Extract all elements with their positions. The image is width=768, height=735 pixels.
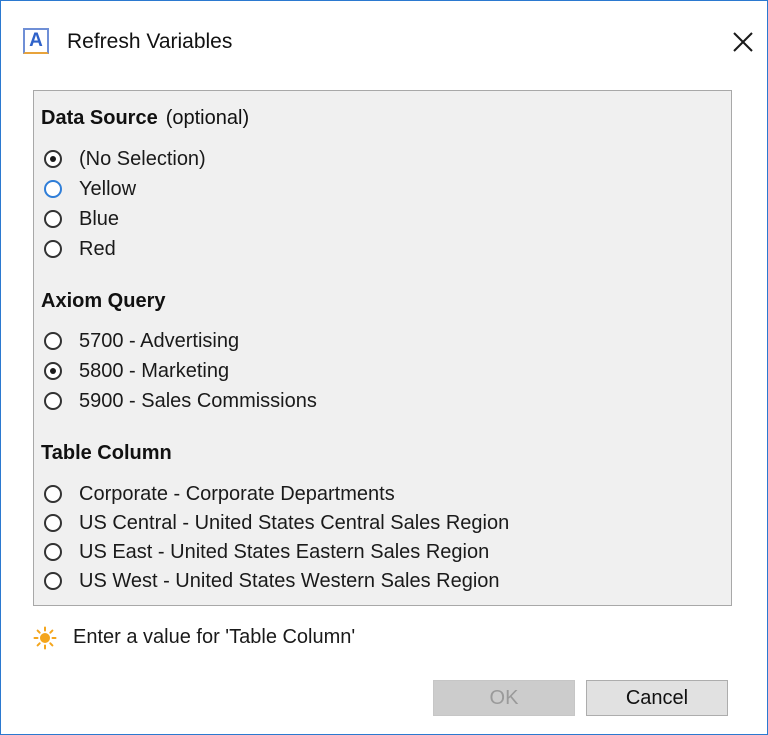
radio-button[interactable] xyxy=(44,362,62,380)
radio-label: US Central - United States Central Sales… xyxy=(79,512,510,534)
radio-label: US East - United States Eastern Sales Re… xyxy=(79,541,490,563)
ok-button[interactable]: OK xyxy=(433,680,575,716)
radio-selected-dot xyxy=(50,368,56,374)
radio-label: (No Selection) xyxy=(79,148,206,170)
radio-us-west[interactable]: US West - United States Western Sales Re… xyxy=(44,567,714,597)
radio-no-selection[interactable]: (No Selection) xyxy=(44,145,714,175)
radio-label: Yellow xyxy=(79,178,137,200)
app-icon: A xyxy=(23,28,49,54)
radio-button[interactable] xyxy=(44,332,62,350)
radio-blue[interactable]: Blue xyxy=(44,205,714,235)
radio-button[interactable] xyxy=(44,150,62,168)
cancel-button[interactable]: Cancel xyxy=(586,680,728,716)
radio-label: 5800 - Marketing xyxy=(79,360,230,382)
close-button[interactable] xyxy=(724,23,762,61)
radio-us-east[interactable]: US East - United States Eastern Sales Re… xyxy=(44,538,714,568)
validation-message: Enter a value for 'Table Column' xyxy=(73,626,356,648)
dialog-title: Refresh Variables xyxy=(67,30,233,53)
radio-button[interactable] xyxy=(44,240,62,258)
title-bar: A Refresh Variables xyxy=(1,1,767,81)
validation-hint: Enter a value for 'Table Column' xyxy=(33,621,553,653)
sun-icon xyxy=(33,626,57,650)
close-icon xyxy=(733,32,753,52)
radio-label: 5900 - Sales Commissions xyxy=(79,390,317,412)
radio-label: 5700 - Advertising xyxy=(79,330,240,352)
axiom-query-heading: Axiom Query xyxy=(41,290,166,312)
radio-red[interactable]: Red xyxy=(44,235,714,265)
table-column-heading: Table Column xyxy=(41,442,172,464)
data-source-title: Data Source xyxy=(41,107,158,129)
radio-button[interactable] xyxy=(44,180,62,198)
radio-label: Red xyxy=(79,238,116,260)
radio-button[interactable] xyxy=(44,392,62,410)
radio-button[interactable] xyxy=(44,485,62,503)
data-source-heading: Data Source (optional) xyxy=(41,106,249,130)
radio-button[interactable] xyxy=(44,210,62,228)
radio-5700-advertising[interactable]: 5700 - Advertising xyxy=(44,327,714,357)
radio-us-central[interactable]: US Central - United States Central Sales… xyxy=(44,509,714,539)
radio-5800-marketing[interactable]: 5800 - Marketing xyxy=(44,357,714,387)
radio-label: Blue xyxy=(79,208,120,230)
radio-label: Corporate - Corporate Departments xyxy=(79,483,395,505)
radio-yellow[interactable]: Yellow xyxy=(44,175,714,205)
radio-selected-dot xyxy=(50,156,56,162)
radio-corporate[interactable]: Corporate - Corporate Departments xyxy=(44,480,714,510)
radio-button[interactable] xyxy=(44,543,62,561)
radio-button[interactable] xyxy=(44,514,62,532)
refresh-variables-dialog: A Refresh Variables Data Source (optional… xyxy=(0,0,768,735)
radio-button[interactable] xyxy=(44,572,62,590)
radio-label: US West - United States Western Sales Re… xyxy=(79,570,500,592)
optional-label: (optional) xyxy=(165,107,250,129)
radio-5900-sales-commissions[interactable]: 5900 - Sales Commissions xyxy=(44,387,714,417)
